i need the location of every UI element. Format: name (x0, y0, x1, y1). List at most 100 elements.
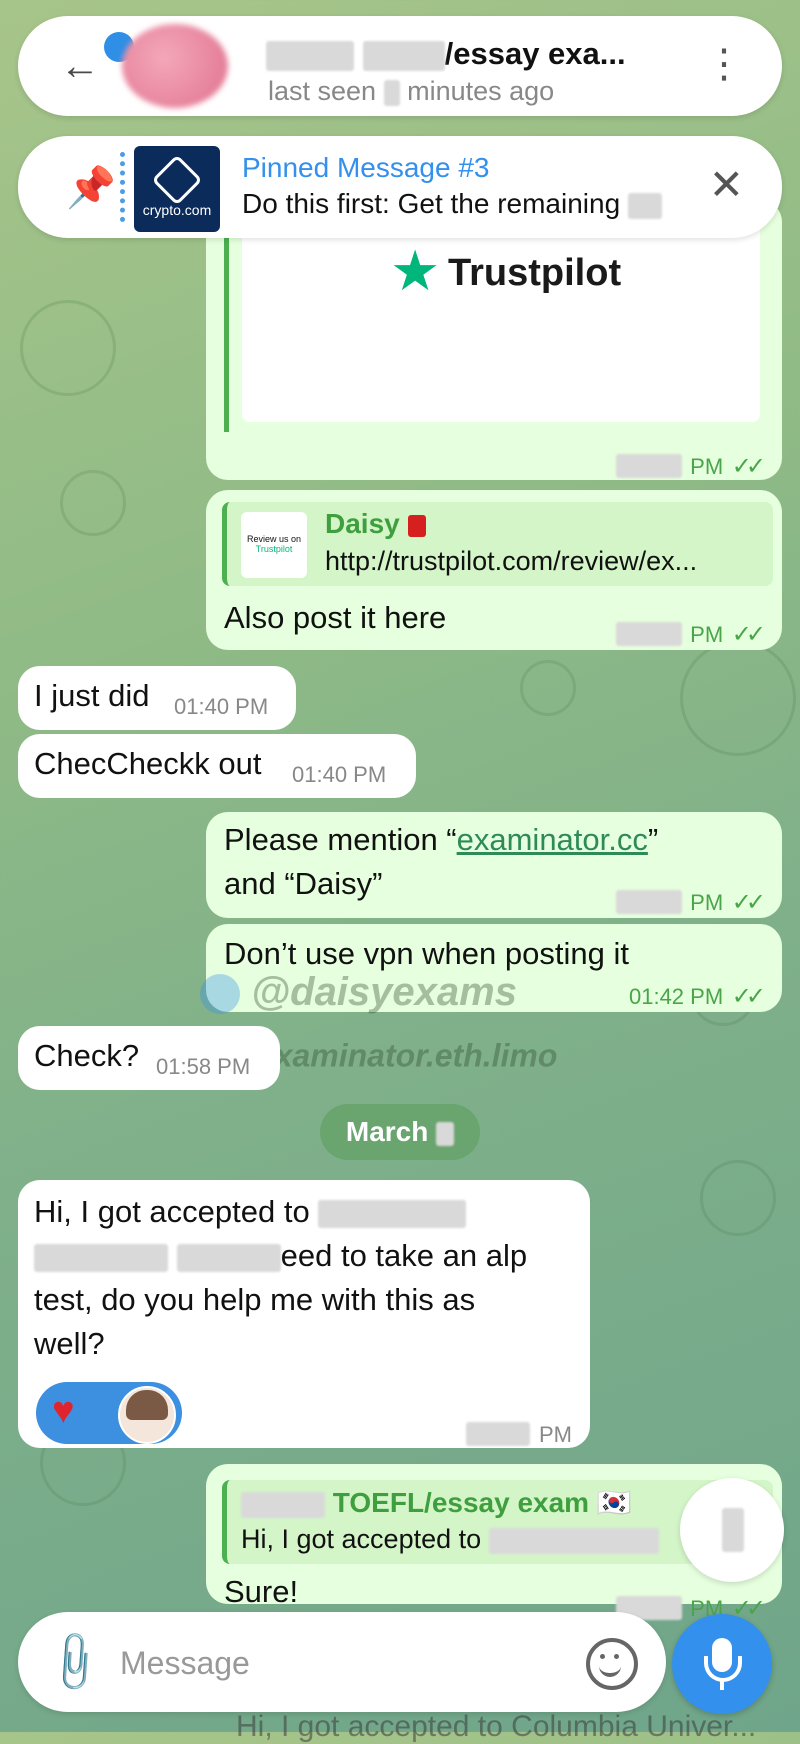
mic-icon-stem (720, 1680, 724, 1690)
redacted-time (615, 453, 682, 478)
watermark-handle-text: @daisyexams (251, 970, 517, 1014)
message-meta: PM ✓✓ (615, 882, 766, 918)
quoted-sender-name: TOEFL/essay exam 🇰🇷 (332, 1487, 632, 1518)
message-text: Also post it here (224, 600, 447, 635)
chat-title[interactable]: /essay exa... (266, 36, 626, 72)
pin-icon[interactable]: 📌 (66, 164, 116, 211)
double-check-icon: ✓✓ (731, 621, 766, 648)
date-separator: March (320, 1104, 480, 1160)
review-thumbnail: Review us on Trustpilot (241, 512, 307, 578)
watermark-site-text: examinator.eth.limo (256, 1037, 558, 1074)
message-time: 01:40 PM (292, 762, 387, 787)
quoted-message[interactable]: Review us on Trustpilot Daisy http://tru… (222, 502, 773, 586)
background-doodle (680, 640, 796, 756)
date-separator-text: March (345, 1116, 429, 1147)
voice-record-button[interactable] (672, 1614, 772, 1714)
pinned-title: Pinned Message #3 (242, 152, 490, 183)
message-text: Sure! (224, 1574, 299, 1609)
quoted-sender-name: Daisy (325, 508, 400, 539)
message-text-line: Hi, I got accepted to (34, 1194, 467, 1230)
outgoing-message[interactable]: Review us on Trustpilot Daisy http://tru… (206, 490, 782, 650)
background-doodle (20, 300, 116, 396)
contact-avatar[interactable] (122, 24, 228, 108)
redacted-university (318, 1199, 467, 1228)
scroll-to-bottom-button[interactable] (680, 1478, 784, 1582)
reaction-avatar (118, 1386, 176, 1444)
message-input[interactable] (118, 1634, 542, 1692)
message-text: well? (34, 1326, 105, 1361)
message-text: ” (647, 822, 659, 857)
redacted-time (615, 889, 682, 914)
message-text: I just did (34, 678, 150, 713)
trustpilot-brand: Trustpilot (448, 252, 622, 294)
heart-icon[interactable]: ♥ (52, 1390, 75, 1433)
message-time: PM (690, 622, 724, 647)
message-time: PM (690, 454, 724, 479)
double-check-icon: ✓✓ (731, 889, 766, 916)
quoted-link[interactable]: http://trustpilot.com/review/ex... (325, 546, 765, 577)
chat-header: ← /essay exa... last seen minutes ago ⋮ (18, 16, 782, 116)
telegram-icon (200, 974, 240, 1015)
incoming-message[interactable]: Hi, I got accepted to eed to take an alp… (18, 1180, 590, 1448)
message-text: test, do you help me with this as (34, 1282, 476, 1317)
incoming-message[interactable]: ChecCheckk out 01:40 PM (18, 734, 416, 798)
message-composer: 📎 (18, 1612, 666, 1712)
pinned-indicator (120, 152, 130, 222)
close-icon[interactable]: ✕ (709, 160, 744, 209)
thumb-line-1: Review us on (246, 534, 302, 544)
message-text: eed to take an alp (280, 1238, 528, 1273)
last-seen-suffix: minutes ago (407, 76, 555, 106)
outgoing-message[interactable]: Please mention “examinator.cc” and “Dais… (206, 812, 782, 918)
attach-icon[interactable]: 📎 (38, 1627, 110, 1699)
redacted-university (34, 1243, 168, 1272)
message-meta: PM (466, 1414, 572, 1450)
message-time: 01:42 PM (628, 984, 724, 1009)
thumbnail-label: crypto.com (142, 202, 212, 218)
message-time: PM (539, 1422, 572, 1447)
trustpilot-preview-message[interactable]: ★ Trustpilot PM ✓✓ (206, 200, 782, 480)
message-text-line: Please mention “examinator.cc” (224, 822, 658, 858)
quoted-sender: TOEFL/essay exam 🇰🇷 (241, 1486, 632, 1519)
crypto-logo-icon (151, 154, 203, 206)
quoted-text: Hi, I got accepted to (241, 1524, 482, 1554)
background-doodle (520, 660, 576, 716)
star-icon: ★ (390, 239, 441, 302)
pinned-text: Do this first: Get the remaining (242, 188, 662, 220)
background-doodle (700, 1160, 776, 1236)
message-meta: 01:42 PM ✓✓ (628, 976, 766, 1012)
redacted-amount (627, 192, 662, 219)
double-check-icon: ✓✓ (731, 453, 766, 480)
message-text: ChecCheckk out (34, 746, 262, 781)
pinned-text-content: Do this first: Get the remaining (242, 188, 621, 219)
message-text-line: eed to take an alp (34, 1238, 527, 1274)
message-text: Check? (34, 1038, 140, 1073)
redacted-name (362, 40, 445, 71)
message-text: Please mention “ (224, 822, 457, 857)
message-text: Hi, I got accepted to (34, 1194, 310, 1229)
redacted-text (488, 1527, 659, 1554)
redacted-time (615, 621, 682, 646)
red-envelope-icon (407, 514, 426, 537)
last-seen-status: last seen minutes ago (268, 76, 554, 107)
redacted-day (436, 1121, 455, 1146)
incoming-message[interactable]: Check? 01:58 PM (18, 1026, 280, 1090)
redacted-text (176, 1243, 281, 1272)
message-link[interactable]: examinator.cc (457, 822, 648, 857)
redacted-name (266, 40, 354, 71)
thumb-line-2: Trustpilot (255, 544, 293, 554)
message-time: 01:40 PM (174, 694, 269, 719)
back-arrow-icon[interactable]: ← (60, 46, 100, 86)
emoji-icon[interactable] (586, 1638, 638, 1690)
reaction-bar[interactable]: ♥ (36, 1382, 182, 1444)
message-time: PM (690, 890, 724, 915)
more-vertical-icon[interactable]: ⋮ (704, 44, 744, 84)
incoming-message[interactable]: I just did 01:40 PM (18, 666, 296, 730)
hidden-message-peek: Hi, I got accepted to Columbia Univer... (236, 1710, 757, 1743)
redacted-name (241, 1491, 325, 1518)
double-check-icon: ✓✓ (731, 983, 766, 1010)
pinned-message-bar[interactable]: 📌 crypto.com Pinned Message #3 Do this f… (18, 136, 782, 238)
redacted-count (383, 79, 400, 106)
redacted-icon (722, 1508, 744, 1552)
quoted-sender: Daisy (325, 508, 426, 540)
watermark-handle: @daisyexams (200, 970, 517, 1015)
